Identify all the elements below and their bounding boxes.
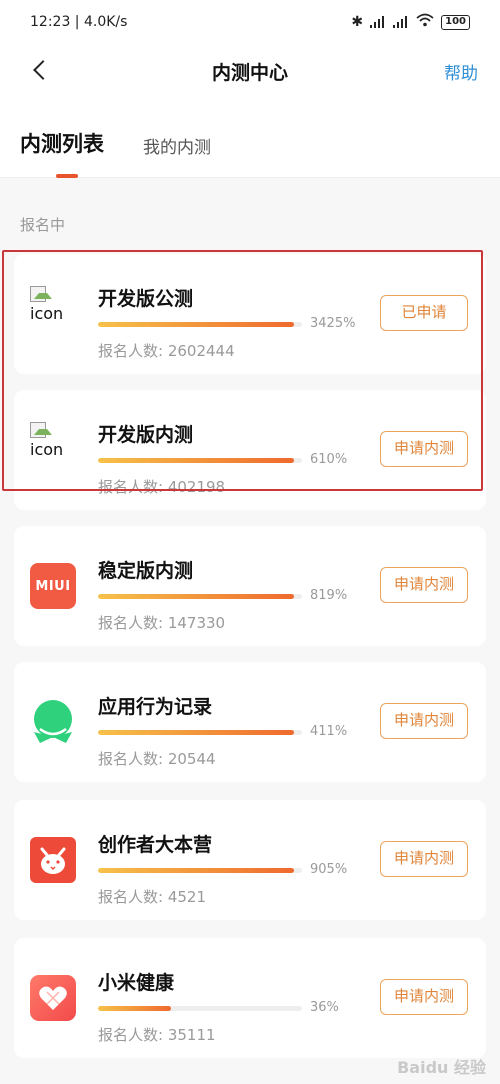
enroll-count: 报名人数: 2602444	[98, 342, 235, 360]
progress-bar	[98, 868, 302, 873]
miui-logo-icon: MIUI	[30, 563, 76, 609]
progress-percent: 411%	[310, 724, 348, 739]
item-title: 创作者大本营	[98, 834, 213, 856]
status-time: 12:23 | 4.0K/s	[30, 14, 128, 30]
progress-bar	[98, 730, 302, 735]
header-area: 12:23 | 4.0K/s ✱ 100 内测中心 帮助 内测列表 我的内测	[0, 0, 500, 178]
nav-bar: 内测中心 帮助	[0, 44, 500, 98]
progress-fill	[98, 1006, 172, 1011]
broken-image-icon: icon	[30, 422, 80, 472]
bluetooth-icon: ✱	[351, 14, 364, 30]
applied-button[interactable]: 已申请	[380, 295, 468, 331]
broken-image-icon: icon	[30, 286, 80, 336]
list-item: icon 开发版公测 3425% 报名人数: 2602444 已申请	[14, 254, 486, 374]
progress-percent: 610%	[310, 452, 348, 467]
progress-fill	[98, 730, 294, 735]
signal-icon	[370, 16, 386, 28]
progress-bar	[98, 322, 302, 327]
tab-indicator	[56, 174, 78, 178]
progress-percent: 819%	[310, 588, 348, 603]
apply-button[interactable]: 申请内测	[380, 841, 468, 877]
tab-bar: 内测列表 我的内测	[0, 126, 500, 178]
apply-button[interactable]: 申请内测	[380, 431, 468, 467]
tab-test-list[interactable]: 内测列表	[20, 128, 104, 158]
progress-fill	[98, 322, 294, 327]
progress-bar	[98, 458, 302, 463]
enroll-count: 报名人数: 147330	[98, 614, 226, 632]
progress-fill	[98, 868, 294, 873]
tab-my-tests[interactable]: 我的内测	[143, 133, 211, 158]
progress-bar	[98, 1006, 302, 1011]
item-title: 开发版内测	[98, 424, 194, 446]
progress-fill	[98, 594, 294, 599]
apply-button[interactable]: 申请内测	[380, 979, 468, 1015]
list-item: icon 开发版内测 610% 报名人数: 402198 申请内测	[14, 390, 486, 510]
enroll-count: 报名人数: 4521	[98, 888, 206, 906]
progress-fill	[98, 458, 294, 463]
list-item: MIUI 稳定版内测 819% 报名人数: 147330 申请内测	[14, 526, 486, 646]
wifi-icon	[416, 13, 434, 31]
battery-icon: 100	[441, 14, 470, 30]
item-title: 应用行为记录	[98, 696, 213, 718]
list-item: 应用行为记录 411% 报名人数: 20544 申请内测	[14, 662, 486, 782]
item-title: 小米健康	[98, 972, 175, 994]
signal-hd-icon	[393, 16, 409, 28]
page-title: 内测中心	[211, 62, 288, 84]
list-item: 小米健康 36% 报名人数: 35111 申请内测	[14, 938, 486, 1058]
status-bar: 12:23 | 4.0K/s ✱ 100	[0, 0, 500, 44]
section-label-enrolling: 报名中	[20, 216, 66, 234]
progress-bar	[98, 594, 302, 599]
progress-percent: 905%	[310, 862, 348, 877]
item-title: 开发版公测	[98, 288, 194, 310]
watermark: Baidu 经验	[397, 1058, 486, 1077]
green-badge-icon	[30, 699, 76, 745]
heart-icon	[30, 975, 76, 1021]
apply-button[interactable]: 申请内测	[380, 703, 468, 739]
enroll-count: 报名人数: 402198	[98, 478, 226, 496]
enroll-count: 报名人数: 35111	[98, 1026, 216, 1044]
bunny-icon	[30, 837, 76, 883]
enroll-count: 报名人数: 20544	[98, 750, 216, 768]
apply-button[interactable]: 申请内测	[380, 567, 468, 603]
item-title: 稳定版内测	[98, 560, 194, 582]
status-icons: ✱ 100	[351, 13, 470, 31]
list-item: 创作者大本营 905% 报名人数: 4521 申请内测	[14, 800, 486, 920]
help-link[interactable]: 帮助	[444, 59, 478, 84]
progress-percent: 36%	[310, 1000, 339, 1015]
progress-percent: 3425%	[310, 316, 356, 331]
